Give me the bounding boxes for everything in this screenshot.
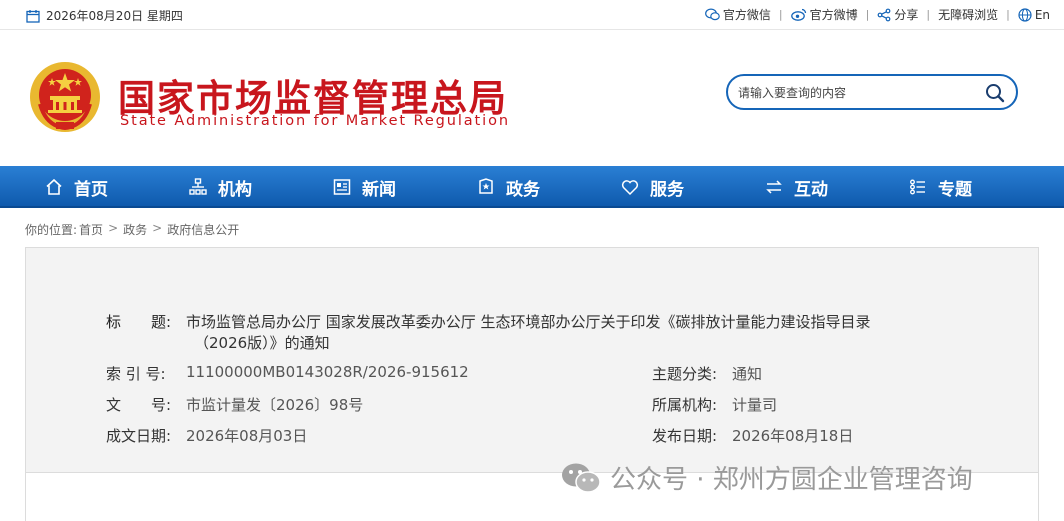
nav-label: 新闻 [362,179,396,200]
document-icon [479,178,493,194]
globe-icon [1018,7,1032,22]
nav-item-interact[interactable]: 互动 [764,166,828,208]
category-value: 通知 [732,365,763,383]
home-icon [46,178,62,195]
nav-item-home[interactable]: 首页 [44,166,108,208]
nav-item-service[interactable]: 服务 [620,166,684,208]
nav-label: 首页 [74,179,108,200]
search-box [726,74,1018,110]
category-label: 主题分类: [652,365,718,383]
wechat-link[interactable]: 官方微信 [697,6,779,23]
docno-value: 市监计量发〔2026〕98号 [186,396,364,414]
title-value-line2: （2026版）》的通知 [194,334,330,352]
wechat-watermark-icon [562,463,601,493]
breadcrumb-gov-info[interactable]: 政府信息公开 [167,221,239,238]
share-icon [877,8,891,21]
nav-label: 互动 [794,179,828,200]
top-bar: 2026年08月20日 星期四 官方微信 | 官方微博 | 分享 | 无障碍浏览… [0,0,1064,30]
list-icon [910,179,925,195]
created-date-label: 成文日期: [106,427,172,445]
index-label: 索 引 号: [106,365,166,383]
nav-label: 服务 [650,179,684,200]
nav-label: 专题 [938,179,972,200]
search-input[interactable] [738,83,978,103]
english-link[interactable]: En [1010,8,1058,22]
published-date-value: 2026年08月18日 [732,427,854,445]
weibo-icon [790,8,806,21]
share-link[interactable]: 分享 [869,6,926,23]
share-label: 分享 [894,8,919,22]
main-nav: 首页 机构 新闻 政务 服务 互动 专题 [0,166,1064,208]
date-display: 2026年08月20日 星期四 [26,7,183,24]
org-label: 所属机构: [652,396,718,414]
nav-item-news[interactable]: 新闻 [332,166,396,208]
created-date-value: 2026年08月03日 [186,427,308,445]
national-emblem-icon[interactable] [28,60,102,134]
docno-label: 文 号: [106,396,172,414]
top-links: 官方微信 | 官方微博 | 分享 | 无障碍浏览 | En [697,6,1058,23]
english-label: En [1034,7,1050,22]
nav-item-affairs[interactable]: 政务 [476,166,540,208]
published-date-label: 发布日期: [652,427,718,445]
org-chart-icon [189,178,207,195]
weibo-link[interactable]: 官方微博 [783,6,866,23]
calendar-icon [26,9,40,23]
wechat-label: 官方微信 [722,8,771,22]
watermark-text: 公众号 · 郑州方圆企业管理咨询 [610,465,973,495]
document-info-panel: 标 题: 市场监管总局办公厅 国家发展改革委办公厅 生态环境部办公厅关于印发《碳… [25,247,1039,473]
breadcrumb-home[interactable]: 首页 [79,221,103,238]
breadcrumb-separator: > [108,221,119,235]
accessibility-link[interactable]: 无障碍浏览 [930,6,1006,23]
exchange-icon [766,180,782,194]
breadcrumb-separator: > [152,221,163,235]
nav-item-topics[interactable]: 专题 [908,166,972,208]
breadcrumb-prefix: 你的位置: [25,223,78,237]
nav-item-org[interactable]: 机构 [188,166,252,208]
org-value: 计量司 [732,396,778,414]
accessibility-label: 无障碍浏览 [938,8,999,22]
heart-icon [621,180,639,196]
breadcrumb-affairs[interactable]: 政务 [123,221,147,238]
weibo-label: 官方微博 [809,8,858,22]
title-value-line1: 市场监管总局办公厅 国家发展改革委办公厅 生态环境部办公厅关于印发《碳排放计量能… [186,313,871,331]
site-header: 国家市场监督管理总局 State Administration for Mark… [0,30,1064,166]
nav-label: 政务 [506,179,540,200]
title-label: 标 题: [106,313,172,331]
title-row: 标 题: [106,311,171,332]
site-subtitle: State Administration for Market Regulati… [120,113,510,129]
wechat-icon [704,8,720,21]
search-icon[interactable] [984,82,1006,104]
nav-label: 机构 [218,179,252,200]
index-value: 11100000MB0143028R/2026-915612 [186,363,469,381]
date-text: 2026年08月20日 星期四 [46,9,183,23]
watermark: 公众号 · 郑州方圆企业管理咨询 [560,459,973,496]
newspaper-icon [333,179,351,195]
breadcrumb: 你的位置: 首页 > 政务 > 政府信息公开 [25,221,239,238]
